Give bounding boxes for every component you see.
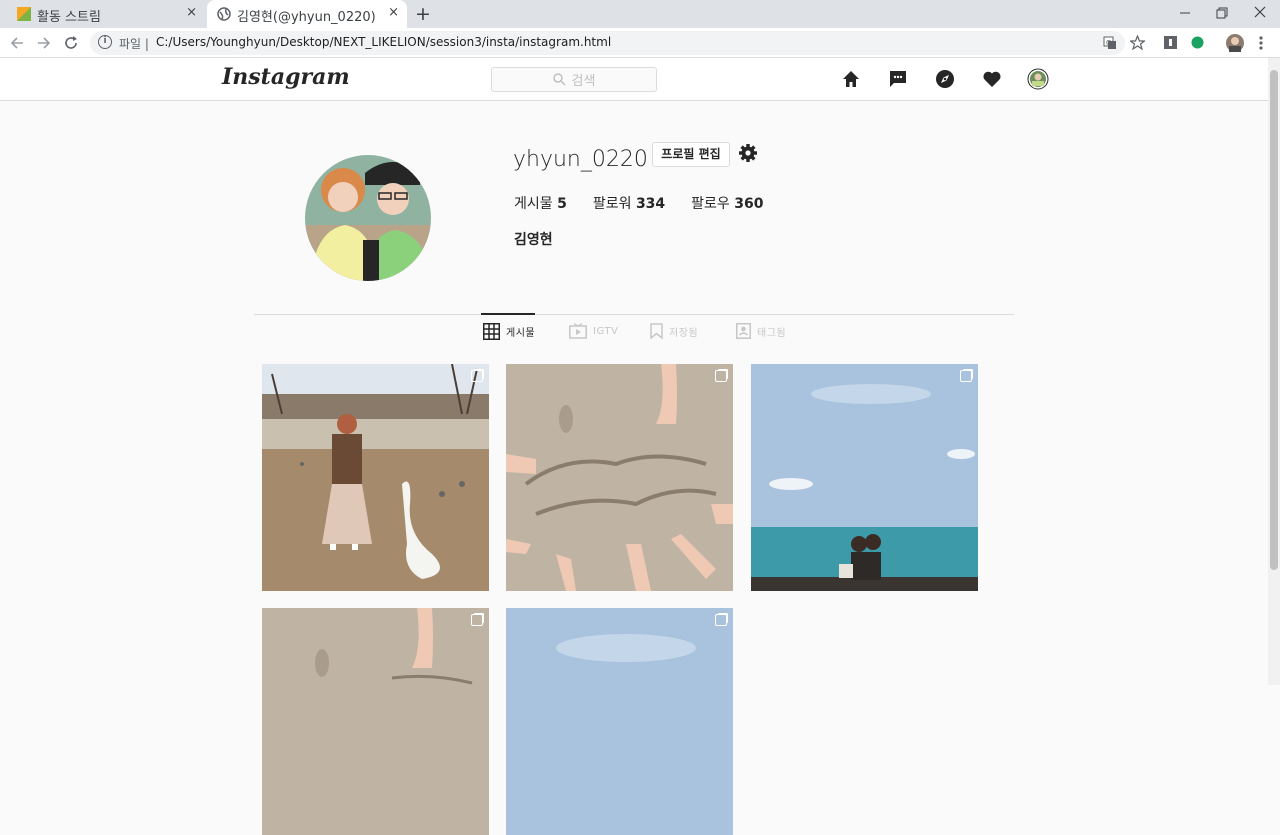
instagram-logo[interactable]: Instagram xyxy=(222,64,350,90)
address-url[interactable]: C:/Users/Younghyun/Desktop/NEXT_LIKELION… xyxy=(156,35,611,49)
post-image xyxy=(506,364,733,591)
tab-close-icon[interactable]: × xyxy=(186,5,197,20)
profile-stats: 게시물 5 팔로워 334 팔로우 360 xyxy=(514,193,764,213)
extension-icon[interactable] xyxy=(1164,36,1177,49)
profile-avatar-icon[interactable] xyxy=(1027,68,1049,90)
back-icon[interactable] xyxy=(10,36,24,50)
explore-icon[interactable] xyxy=(934,68,956,90)
svg-text:G: G xyxy=(1106,39,1111,47)
info-icon[interactable]: i xyxy=(98,35,112,49)
gear-icon[interactable] xyxy=(738,143,758,163)
restore-icon[interactable] xyxy=(1215,6,1229,20)
profile-avatar-icon[interactable] xyxy=(1226,34,1244,52)
browser-toolbar: i 파일 | C:/Users/Younghyun/Desktop/NEXT_L… xyxy=(0,28,1280,58)
home-icon[interactable] xyxy=(840,68,862,90)
stat-followers[interactable]: 팔로워 334 xyxy=(593,193,665,213)
close-window-icon[interactable] xyxy=(1253,5,1267,19)
browser-tab-activity-stream[interactable]: 활동 스트림 × xyxy=(0,0,205,28)
profile-photo xyxy=(305,155,431,281)
tab-title: 활동 스트림 xyxy=(37,10,101,25)
post-image xyxy=(751,364,978,591)
scrollbar-thumb[interactable] xyxy=(1270,70,1278,570)
tab-saved[interactable]: 저장됨 xyxy=(650,323,698,339)
multi-photo-icon xyxy=(471,614,483,626)
search-placeholder: 검색 xyxy=(571,74,596,89)
menu-icon[interactable] xyxy=(1259,36,1263,50)
post-sky[interactable] xyxy=(506,608,733,835)
active-tab-indicator xyxy=(481,313,535,315)
multi-photo-icon xyxy=(715,614,727,626)
tabs-divider xyxy=(254,314,1014,315)
multi-photo-icon xyxy=(471,370,483,382)
browser-tab-instagram[interactable]: 김영현(@yhyun_0220) • Ins × xyxy=(207,0,407,28)
activity-heart-icon[interactable] xyxy=(981,68,1003,90)
post-park-swan[interactable] xyxy=(262,364,489,591)
stat-posts: 게시물 5 xyxy=(514,196,567,212)
tab-label: 게시물 xyxy=(506,328,536,339)
stat-following[interactable]: 팔로우 360 xyxy=(691,193,763,213)
edit-profile-button[interactable]: 프로필 편집 xyxy=(652,142,730,167)
post-image xyxy=(506,608,733,835)
tag-icon xyxy=(736,323,751,339)
post-beach-sand-footprints[interactable] xyxy=(262,608,489,835)
folder-favicon-icon xyxy=(17,7,31,21)
tab-label: 태그됨 xyxy=(757,327,787,339)
direct-message-icon[interactable] xyxy=(887,68,909,90)
tab-label: 저장됨 xyxy=(669,327,699,339)
reload-icon[interactable] xyxy=(64,36,78,50)
bookmark-icon xyxy=(650,323,663,339)
forward-icon[interactable] xyxy=(37,36,51,50)
search-input[interactable]: 검색 xyxy=(491,67,657,92)
minimize-icon[interactable] xyxy=(1178,6,1192,20)
search-icon xyxy=(552,73,566,86)
multi-photo-icon xyxy=(715,370,727,382)
profile-avatar[interactable] xyxy=(305,155,431,281)
tab-posts[interactable]: 게시물 xyxy=(483,323,535,340)
tab-close-icon[interactable]: × xyxy=(388,5,399,20)
address-label: 파일 | xyxy=(119,37,149,51)
browser-tab-bar: 활동 스트림 × 김영현(@yhyun_0220) • Ins × + xyxy=(0,0,1280,28)
post-image xyxy=(262,364,489,591)
extension-green-icon[interactable] xyxy=(1191,36,1204,49)
globe-favicon-icon xyxy=(217,7,231,21)
post-sea-sky-couple[interactable] xyxy=(751,364,978,591)
star-icon[interactable] xyxy=(1130,35,1145,50)
tab-igtv[interactable]: IGTV xyxy=(569,323,618,339)
tab-title: 김영현(@yhyun_0220) • Ins xyxy=(237,10,377,25)
multi-photo-icon xyxy=(960,370,972,382)
profile-full-name: 김영현 xyxy=(514,232,553,248)
tab-tagged[interactable]: 태그됨 xyxy=(736,323,786,339)
post-beach-sand-writing[interactable] xyxy=(506,364,733,591)
translate-icon[interactable]: G xyxy=(1103,36,1117,50)
page-scrollbar[interactable] xyxy=(1268,58,1280,685)
instagram-header: Instagram 검색 xyxy=(0,58,1268,101)
new-tab-icon[interactable]: + xyxy=(415,3,431,25)
tab-label: IGTV xyxy=(593,325,619,337)
address-bar[interactable]: i 파일 | C:/Users/Younghyun/Desktop/NEXT_L… xyxy=(90,31,1125,55)
grid-icon xyxy=(483,323,500,340)
profile-username: yhyun_0220 xyxy=(513,147,648,172)
post-image xyxy=(262,608,489,835)
igtv-icon xyxy=(569,323,587,339)
